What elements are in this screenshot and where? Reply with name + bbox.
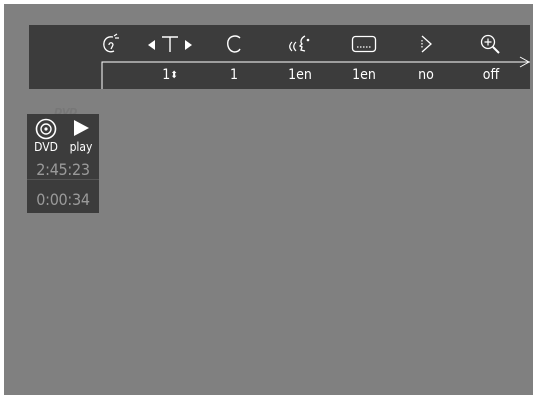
menu-icon-row [29, 25, 530, 62]
updown-arrows-icon: ⬍ [170, 70, 178, 81]
play-icon [74, 120, 89, 136]
title-value[interactable]: 1⬍ [142, 62, 198, 89]
menu-item-zoom[interactable] [466, 25, 516, 62]
arrow-right-icon [185, 39, 192, 50]
zoom-icon [480, 34, 500, 54]
osd-menu-bar: DVD 1⬍ 1 1en 1en no off [29, 25, 530, 118]
time-divider [27, 179, 99, 180]
elapsed-time: 0:00:34 [36, 190, 90, 209]
play-state-label: play [69, 140, 93, 154]
zoom-value[interactable]: off [463, 62, 519, 89]
menu-item-subtitle[interactable] [339, 25, 389, 62]
menu-value-row: DVD 1⬍ 1 1en 1en no off [29, 62, 530, 118]
media-type-label: DVD [34, 140, 58, 154]
menu-item-audio[interactable] [275, 25, 325, 62]
menu-item-angle[interactable] [401, 25, 451, 62]
arrow-left-icon [148, 39, 155, 50]
total-time: 2:45:23 [36, 160, 90, 179]
chapter-value[interactable]: 1 [206, 62, 262, 89]
subtitle-icon [351, 35, 377, 52]
menu-item-disc-menu[interactable] [85, 25, 135, 62]
player-status-panel: DVD play 2:45:23 0:00:34 [27, 114, 99, 213]
subtitle-value[interactable]: 1en [336, 62, 392, 89]
angle-icon [421, 35, 432, 52]
menu-item-chapter[interactable] [209, 25, 259, 62]
menu-item-title[interactable] [145, 25, 195, 62]
tv-screen: DVD 1⬍ 1 1en 1en no off DVD play 2:45:23… [4, 4, 533, 395]
audio-value[interactable]: 1en [272, 62, 328, 89]
chapter-icon [227, 34, 241, 53]
audio-language-icon [289, 34, 310, 52]
disc-menu-icon [103, 33, 119, 52]
title-icon [148, 35, 192, 52]
disc-icon [35, 118, 57, 140]
status-header: DVD play [27, 114, 99, 156]
angle-value[interactable]: no [398, 62, 454, 89]
